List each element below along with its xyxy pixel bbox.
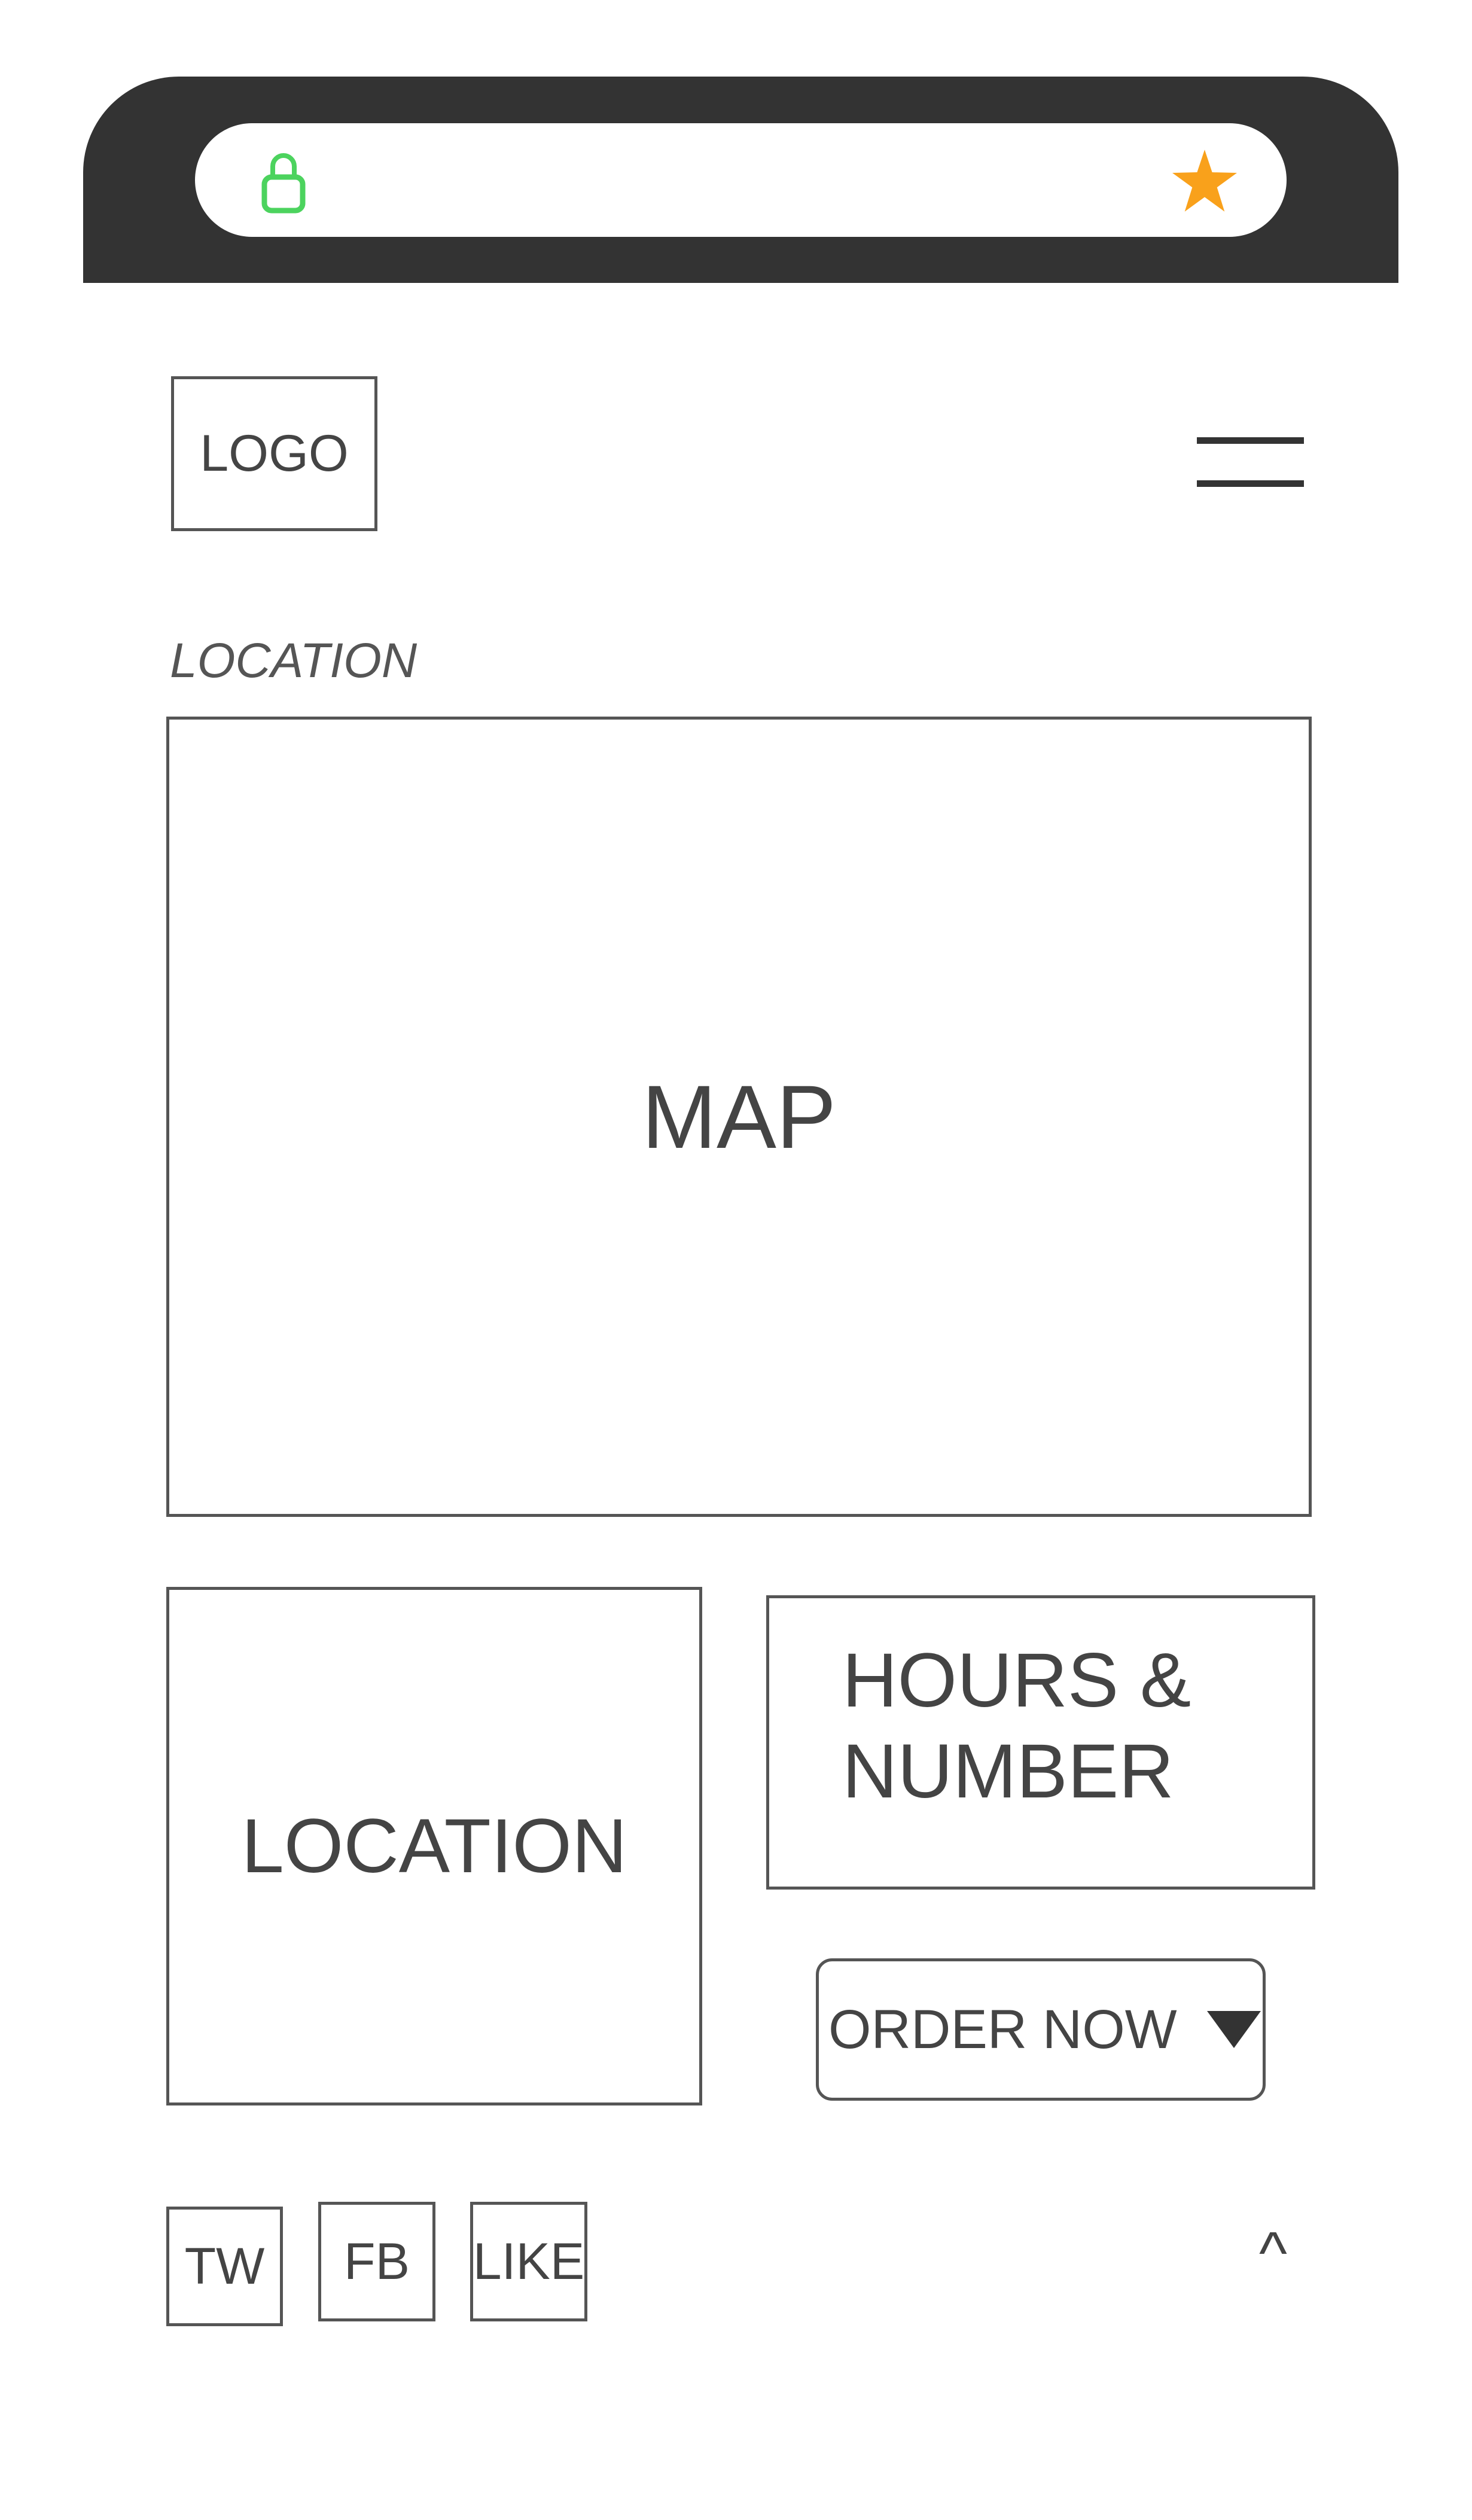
hamburger-line	[1197, 480, 1304, 487]
map-label: MAP	[641, 1066, 837, 1167]
location-box: LOCATION	[166, 1587, 702, 2105]
caret-down-icon	[1206, 2011, 1261, 2048]
address-bar[interactable]	[195, 123, 1287, 237]
star-icon[interactable]	[1172, 150, 1237, 212]
order-now-button[interactable]: ORDER NOW	[816, 1958, 1266, 2101]
back-to-top-button[interactable]: ^	[1259, 2219, 1287, 2288]
logo-text: LOGO	[200, 425, 349, 482]
like-button[interactable]: LIKE	[470, 2202, 587, 2321]
twitter-button[interactable]: TW	[166, 2207, 283, 2326]
hours-number-box: HOURS & NUMBER	[766, 1595, 1315, 1890]
fb-label: FB	[344, 2232, 410, 2290]
location-label: LOCATION	[241, 1803, 627, 1889]
like-label: LIKE	[473, 2232, 585, 2290]
hours-line: HOURS &	[842, 1638, 1191, 1723]
facebook-button[interactable]: FB	[318, 2202, 435, 2321]
map[interactable]: MAP	[166, 717, 1312, 1517]
lock-icon	[261, 153, 306, 214]
logo[interactable]: LOGO	[171, 376, 377, 531]
number-line: NUMBER	[842, 1729, 1174, 1814]
order-now-label: ORDER NOW	[828, 1998, 1177, 2060]
tw-label: TW	[184, 2237, 265, 2295]
hamburger-line	[1197, 437, 1304, 444]
section-label: LOCATION	[170, 633, 417, 688]
